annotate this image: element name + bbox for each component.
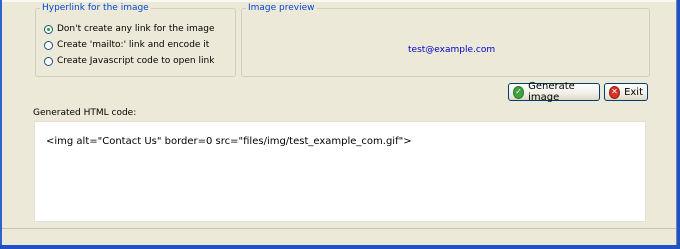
panel-divider — [2, 228, 676, 229]
radio-button[interactable] — [44, 56, 53, 66]
image-preview-groupbox: Image preview test@example.com — [241, 2, 650, 77]
close-icon: ✕ — [609, 85, 621, 99]
radio-button-checked[interactable] — [44, 24, 53, 34]
hyperlink-groupbox: Hyperlink for the image Don't create any… — [35, 2, 236, 77]
radio-javascript-link[interactable]: Create Javascript code to open link — [44, 54, 214, 68]
radio-no-link-label: Don't create any link for the image — [57, 24, 215, 34]
checkmark-icon: ✓ — [513, 85, 525, 99]
radio-mailto-link[interactable]: Create 'mailto:' link and encode it — [44, 38, 209, 52]
radio-button[interactable] — [44, 40, 53, 50]
window-right-border — [676, 0, 680, 249]
image-preview-legend: Image preview — [246, 2, 317, 14]
radio-javascript-label: Create Javascript code to open link — [57, 56, 215, 66]
generate-image-button[interactable]: ✓ Generate image — [508, 81, 600, 103]
generated-code-text: <img alt="Contact Us" border=0 src="file… — [46, 136, 412, 147]
exit-label: Exit — [624, 86, 643, 98]
generate-image-label: Generate image — [528, 81, 575, 103]
exit-button[interactable]: ✕ Exit — [604, 83, 648, 101]
window-bottom-border — [0, 245, 680, 249]
preview-image-text: test@example.com — [408, 45, 496, 55]
generated-code-textarea[interactable]: <img alt="Contact Us" border=0 src="file… — [34, 121, 646, 222]
hyperlink-group-legend: Hyperlink for the image — [40, 2, 151, 14]
radio-no-link[interactable]: Don't create any link for the image — [44, 22, 215, 36]
window-left-border — [0, 0, 2, 249]
radio-mailto-label: Create 'mailto:' link and encode it — [57, 40, 210, 50]
generated-code-label: Generated HTML code: — [33, 108, 137, 118]
